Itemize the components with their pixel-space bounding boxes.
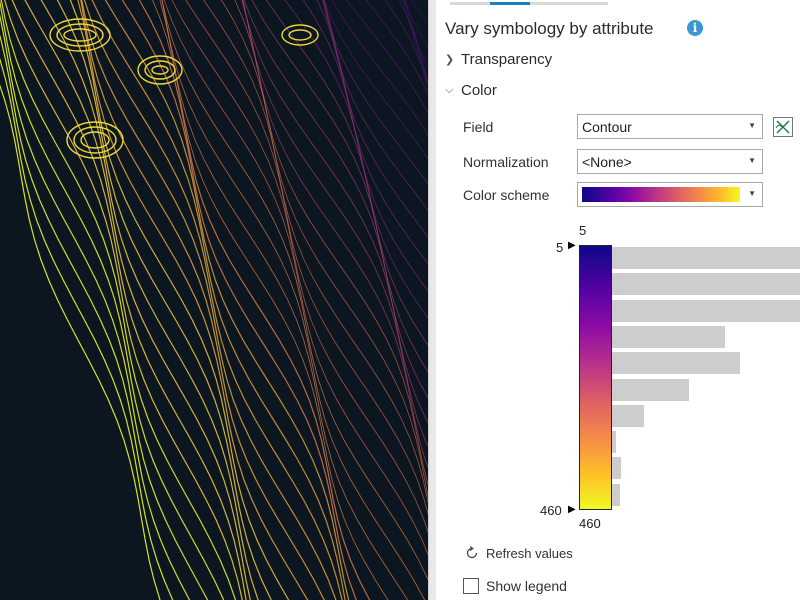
chevron-right-icon: ❯ — [445, 54, 455, 66]
refresh-values-label: Refresh values — [486, 545, 573, 561]
histogram-bottom-value: 460 — [579, 516, 601, 531]
expression-icon — [775, 120, 790, 134]
histogram-bar — [612, 457, 622, 480]
field-value: Contour — [582, 119, 632, 135]
color-scheme-label: Color scheme — [463, 187, 550, 203]
histogram-top-value: 5 — [579, 223, 587, 238]
normalization-value: <None> — [582, 154, 632, 170]
max-handle-value: 460 — [540, 503, 562, 518]
max-handle[interactable]: ▶ — [568, 504, 576, 515]
min-handle-value: 5 — [556, 240, 564, 255]
section-transparency-label: Transparency — [461, 51, 553, 68]
tab-active-indicator[interactable] — [490, 2, 530, 5]
histogram-bar — [612, 483, 620, 506]
histogram-bar — [612, 404, 644, 427]
histogram-bar — [612, 273, 800, 296]
pane-splitter[interactable] — [428, 0, 436, 600]
color-ramp-swatch — [582, 187, 740, 202]
dropdown-arrow-icon: ▼ — [748, 121, 756, 130]
normalization-dropdown[interactable]: <None> ▼ — [577, 149, 763, 174]
normalization-label: Normalization — [463, 154, 549, 170]
color-scheme-dropdown[interactable]: ▼ — [577, 182, 763, 207]
color-ramp-bar — [579, 245, 612, 510]
histogram-bar — [612, 325, 725, 348]
histogram-bar — [612, 299, 800, 322]
info-icon[interactable]: i — [687, 20, 703, 36]
contour-map-graphic — [0, 0, 428, 600]
refresh-values-button[interactable]: Refresh values — [464, 545, 573, 561]
field-dropdown[interactable]: Contour ▼ — [577, 114, 763, 139]
histogram-bar — [612, 352, 740, 375]
min-handle[interactable]: ▶ — [568, 240, 576, 251]
histogram-bar — [612, 431, 616, 454]
symbology-panel: Vary symbology by attribute i ❯ Transpar… — [436, 0, 800, 600]
dropdown-arrow-icon: ▼ — [748, 156, 756, 165]
panel-title: Vary symbology by attribute — [445, 19, 654, 38]
histogram-bar — [612, 378, 690, 401]
show-legend-checkbox[interactable] — [463, 578, 479, 594]
expression-button[interactable] — [773, 117, 793, 137]
section-color-label: Color — [461, 82, 497, 99]
histogram-bar — [612, 247, 800, 269]
section-color[interactable]: ⌵ Color — [445, 82, 497, 99]
field-label: Field — [463, 119, 494, 135]
show-legend-label: Show legend — [486, 578, 567, 594]
section-transparency[interactable]: ❯ Transparency — [445, 51, 552, 68]
contour-map[interactable] — [0, 0, 428, 600]
dropdown-arrow-icon: ▼ — [748, 189, 756, 198]
refresh-icon — [466, 546, 478, 559]
chevron-down-icon: ⌵ — [445, 84, 454, 96]
